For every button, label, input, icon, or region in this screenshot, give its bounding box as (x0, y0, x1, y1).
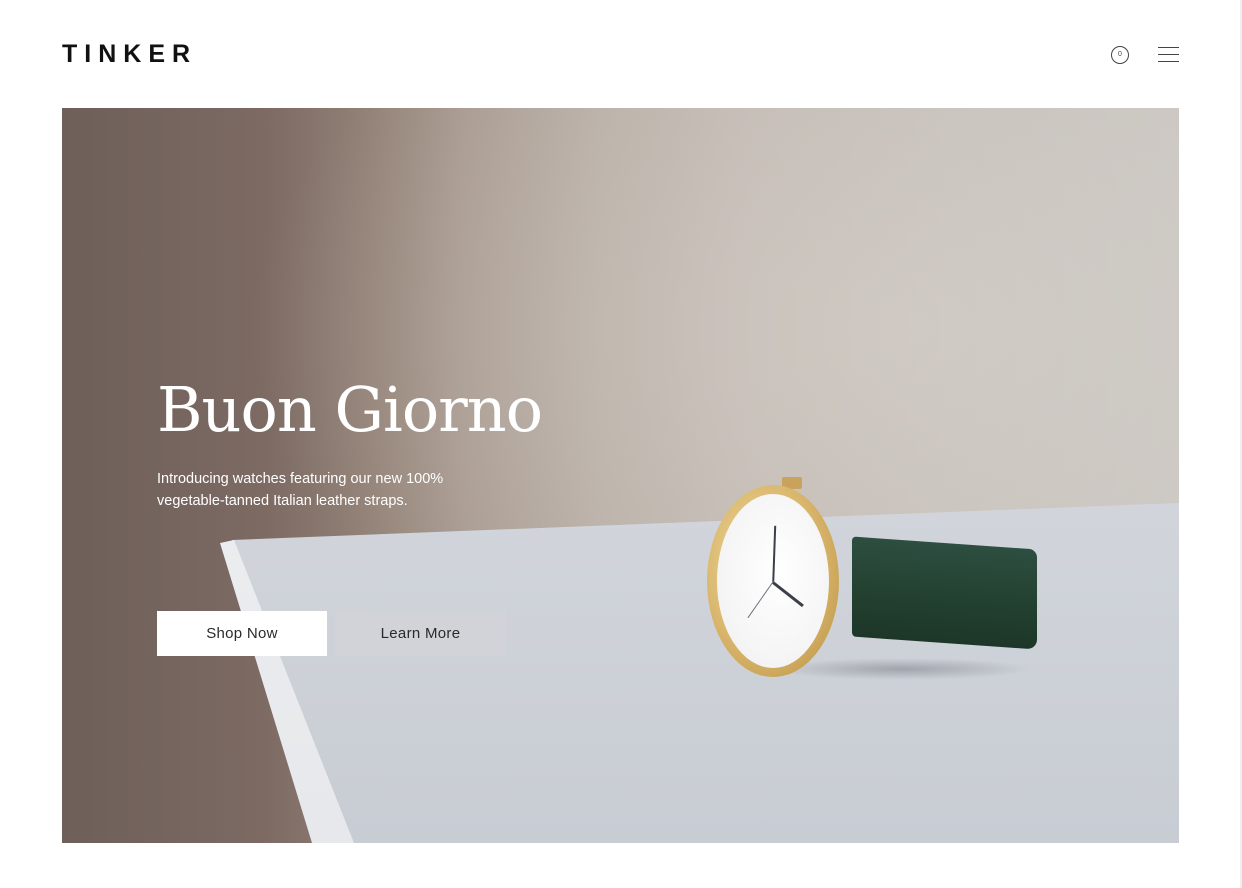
logo[interactable]: TINKER (62, 40, 197, 68)
hero-subtitle: Introducing watches featuring our new 10… (157, 471, 444, 509)
cart-count: 0 (1111, 46, 1129, 64)
watch-shadow (772, 658, 1032, 680)
menu-line (1158, 61, 1179, 63)
menu-line (1158, 54, 1179, 56)
menu-line (1158, 47, 1179, 49)
learn-more-button[interactable]: Learn More (335, 611, 506, 656)
shop-now-button[interactable]: Shop Now (157, 611, 327, 656)
hero-title: Buon Giorno (157, 373, 543, 446)
watch-image (702, 473, 1042, 693)
hamburger-menu-icon[interactable] (1158, 46, 1180, 63)
watch-strap (852, 536, 1037, 650)
cart-icon[interactable]: 0 (1111, 46, 1129, 64)
page: TINKER 0 Buon Giorno Introducing watches… (0, 0, 1242, 888)
